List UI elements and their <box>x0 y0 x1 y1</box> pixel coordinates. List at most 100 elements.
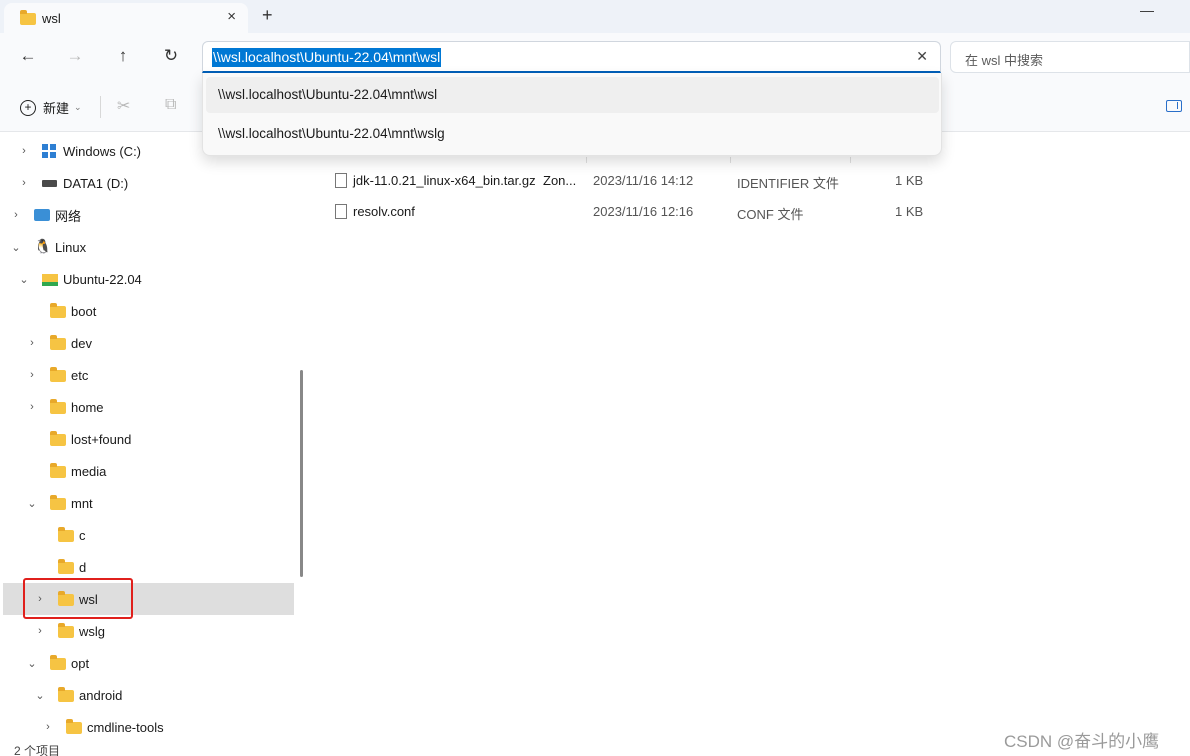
sidebar-item-dev[interactable]: › dev <box>0 327 294 359</box>
sidebar-item-label: opt <box>71 655 90 671</box>
file-date: 2023/11/16 14:12 <box>593 173 694 188</box>
folder-icon <box>66 719 82 734</box>
close-tab-icon[interactable]: × <box>227 8 236 25</box>
copy-icon[interactable]: ⧉ <box>165 96 176 114</box>
cut-icon[interactable]: ✂ <box>117 96 130 116</box>
suggestion-item[interactable]: \\wsl.localhost\Ubuntu-22.04\mnt\wsl <box>206 77 939 113</box>
sidebar-item-home[interactable]: › home <box>0 391 294 423</box>
chevron-right-icon[interactable]: › <box>18 145 30 157</box>
column-divider <box>850 157 851 163</box>
folder-icon <box>58 559 74 574</box>
sidebar-item-wslg[interactable]: › wslg <box>0 615 294 647</box>
sidebar-item-label: dev <box>71 335 92 351</box>
sidebar-item-label: media <box>71 463 107 479</box>
file-icon <box>335 204 347 219</box>
folder-icon <box>50 655 66 670</box>
chevron-right-icon[interactable]: › <box>26 401 38 413</box>
item-count: 2 个项目 <box>14 744 61 756</box>
chevron-right-icon[interactable]: › <box>18 177 30 189</box>
sidebar-item-label: c <box>79 527 86 543</box>
sidebar-item-android[interactable]: ⌄ android <box>0 679 294 711</box>
chevron-down-icon[interactable]: ⌄ <box>18 273 30 286</box>
title-bar: wsl × + — <box>0 0 1190 33</box>
sidebar-item-label: lost+found <box>71 431 132 447</box>
file-list: jdk-11.0.21_linux-x64_bin.tar.gz Zon... … <box>313 133 1190 740</box>
clear-address-icon[interactable]: ✕ <box>916 48 928 65</box>
file-size: 1 KB <box>895 173 924 188</box>
sidebar-item-opt[interactable]: ⌄ opt <box>0 647 294 679</box>
file-row[interactable]: resolv.conf 2023/11/16 12:16 CONF 文件 1 K… <box>333 197 953 227</box>
sidebar-scrollbar[interactable] <box>300 370 303 577</box>
highlight-box <box>23 578 133 619</box>
folder-icon <box>50 399 66 414</box>
chevron-right-icon[interactable]: › <box>26 369 38 381</box>
file-type: IDENTIFIER 文件 <box>737 176 839 191</box>
sidebar-item-cmdline-tools[interactable]: › cmdline-tools <box>0 711 294 740</box>
sidebar-item-media[interactable]: media <box>0 455 294 487</box>
sidebar-item-label: boot <box>71 303 97 319</box>
windows-drive-icon <box>42 144 56 158</box>
file-size: 1 KB <box>895 204 924 219</box>
sidebar-item-label: mnt <box>71 495 93 511</box>
up-button[interactable]: ↑ <box>109 43 137 69</box>
suggestion-item[interactable]: \\wsl.localhost\Ubuntu-22.04\mnt\wslg <box>206 116 939 152</box>
plus-icon: + <box>20 99 36 116</box>
file-date: 2023/11/16 12:16 <box>593 204 694 219</box>
folder-icon <box>58 527 74 542</box>
chevron-down-icon[interactable]: ⌄ <box>34 689 46 702</box>
sidebar-item-etc[interactable]: › etc <box>0 359 294 391</box>
address-input[interactable]: \\wsl.localhost\Ubuntu-22.04\mnt\wsl <box>212 48 442 67</box>
new-tab-button[interactable]: + <box>262 5 273 26</box>
search-box[interactable]: 在 wsl 中搜索 <box>950 41 1190 73</box>
chevron-down-icon[interactable]: ⌄ <box>26 657 38 670</box>
sidebar-item-linux[interactable]: ⌄ 🐧 Linux <box>0 231 294 263</box>
sidebar-item-mnt[interactable]: ⌄ mnt <box>0 487 294 519</box>
chevron-right-icon[interactable]: › <box>42 721 54 733</box>
chevron-down-icon[interactable]: ⌄ <box>10 241 22 254</box>
tab-wsl[interactable]: wsl × <box>4 3 248 33</box>
sidebar-item-label: 网络 <box>55 208 82 224</box>
tux-icon: 🐧 <box>34 238 52 254</box>
details-pane-icon[interactable] <box>1166 100 1182 112</box>
search-input[interactable]: 在 wsl 中搜索 <box>965 50 1043 69</box>
new-button[interactable]: + 新建 ⌄ <box>20 98 82 117</box>
new-button-label: 新建 <box>43 101 70 116</box>
chevron-down-icon[interactable]: ⌄ <box>26 497 38 510</box>
folder-icon <box>58 687 74 702</box>
sidebar-item-data1-d[interactable]: › DATA1 (D:) <box>0 167 294 199</box>
drive-icon <box>42 180 57 187</box>
sidebar-item-label: Ubuntu-22.04 <box>63 271 142 287</box>
chevron-right-icon[interactable]: › <box>26 337 38 349</box>
chevron-right-icon[interactable]: › <box>10 209 22 221</box>
minimize-button[interactable]: — <box>1140 2 1154 18</box>
folder-icon <box>50 431 66 446</box>
sidebar-item-boot[interactable]: boot <box>0 295 294 327</box>
folder-icon <box>58 623 74 638</box>
sidebar-item-lost-found[interactable]: lost+found <box>0 423 294 455</box>
sidebar-item-network[interactable]: › 网络 <box>0 199 294 231</box>
tab-title: wsl <box>42 10 61 26</box>
file-extra: Zon... <box>543 173 577 188</box>
back-button[interactable]: ← <box>14 43 42 69</box>
chevron-right-icon[interactable]: › <box>34 625 46 637</box>
forward-button[interactable]: → <box>61 43 89 69</box>
folder-icon <box>50 463 66 478</box>
file-row[interactable]: jdk-11.0.21_linux-x64_bin.tar.gz Zon... … <box>333 166 953 196</box>
sidebar-item-label: cmdline-tools <box>87 719 164 735</box>
file-name: jdk-11.0.21_linux-x64_bin.tar.gz <box>353 173 536 188</box>
refresh-button[interactable]: ↻ <box>157 43 185 69</box>
sidebar-item-c[interactable]: c <box>0 519 294 551</box>
column-divider <box>586 157 587 163</box>
address-bar[interactable]: \\wsl.localhost\Ubuntu-22.04\mnt\wsl ✕ <box>202 41 941 73</box>
address-suggestions: \\wsl.localhost\Ubuntu-22.04\mnt\wsl \\w… <box>202 73 942 156</box>
sidebar-item-label: d <box>79 559 87 575</box>
file-type: CONF 文件 <box>737 207 804 222</box>
sidebar-item-label: DATA1 (D:) <box>63 175 129 191</box>
sidebar-item-ubuntu[interactable]: ⌄ Ubuntu-22.04 <box>0 263 294 295</box>
sidebar-item-label: Linux <box>55 239 87 255</box>
toolbar-divider <box>100 96 101 118</box>
sidebar-item-label: Windows (C:) <box>63 143 142 159</box>
sidebar-item-label: android <box>79 687 123 703</box>
sidebar-item-label: home <box>71 399 104 415</box>
navigation-pane: › Windows (C:) › DATA1 (D:) › 网络 ⌄ 🐧 Lin… <box>0 133 296 740</box>
